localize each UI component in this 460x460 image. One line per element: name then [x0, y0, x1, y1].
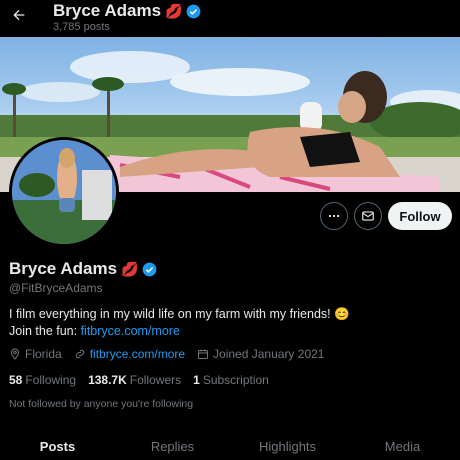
website-link[interactable]: fitbryce.com/more: [90, 347, 185, 361]
back-button[interactable]: [8, 4, 30, 26]
back-arrow-icon: [13, 9, 25, 21]
following-count: 58: [9, 373, 23, 387]
website: fitbryce.com/more: [74, 347, 185, 361]
subscriptions-count: 1: [193, 373, 200, 387]
calendar-icon: [198, 349, 209, 359]
followers-count: 138.7K: [88, 373, 127, 387]
link-icon: [75, 349, 84, 359]
joined-text: Joined January 2021: [213, 347, 325, 361]
header-posts-count: 3,785 posts: [53, 21, 110, 33]
verified-badge-icon: [187, 4, 201, 18]
header-name: Bryce Adams: [53, 1, 162, 20]
bio-line-join: Join the fun: fitbryce.com/more: [9, 323, 449, 340]
followers-stat[interactable]: 138.7K Followers: [88, 373, 181, 387]
message-button[interactable]: [354, 202, 382, 230]
envelope-icon: [362, 211, 374, 221]
avatar[interactable]: [9, 137, 119, 247]
more-options-button[interactable]: [320, 202, 348, 230]
lips-emoji: 💋: [165, 2, 183, 19]
ellipsis-icon: [328, 214, 340, 218]
display-name: Bryce Adams: [9, 259, 118, 278]
not-followed-note: Not followed by anyone you're following: [9, 398, 194, 410]
tab-media[interactable]: Media: [345, 437, 460, 460]
verified-badge-icon: [143, 262, 157, 276]
bio: I film everything in my wild life on my …: [9, 306, 449, 340]
location-text: Florida: [25, 347, 62, 361]
followers-label: Followers: [129, 373, 182, 387]
handle: @FitBryceAdams: [9, 281, 103, 295]
subscriptions-label: Subscription: [202, 373, 269, 387]
tab-posts[interactable]: Posts: [0, 437, 115, 460]
tab-highlights[interactable]: Highlights: [230, 437, 345, 460]
profile-name-row: Bryce Adams 💋: [9, 259, 157, 279]
location-pin-icon: [10, 348, 20, 360]
header-title: Bryce Adams 💋: [53, 1, 201, 21]
avatar-photo: [12, 140, 116, 244]
profile-meta: Florida fitbryce.com/more Joined January…: [9, 347, 336, 361]
follow-button[interactable]: Follow: [388, 202, 452, 230]
bio-line: I film everything in my wild life on my …: [9, 307, 350, 321]
lips-emoji: 💋: [121, 260, 139, 277]
profile-tabs: Posts Replies Highlights Media: [0, 437, 460, 460]
location: Florida: [9, 347, 62, 361]
following-stat[interactable]: 58 Following: [9, 373, 76, 387]
joined-date: Joined January 2021: [197, 347, 324, 361]
tab-replies[interactable]: Replies: [115, 437, 230, 460]
bio-link[interactable]: fitbryce.com/more: [81, 324, 180, 338]
following-label: Following: [25, 373, 77, 387]
top-bar: Bryce Adams 💋 3,785 posts: [0, 0, 460, 37]
bio-join-text: Join the fun:: [9, 324, 81, 338]
profile-stats: 58 Following 138.7K Followers 1 Subscriptio…: [9, 373, 281, 387]
subscriptions-stat[interactable]: 1 Subscription: [193, 373, 269, 387]
